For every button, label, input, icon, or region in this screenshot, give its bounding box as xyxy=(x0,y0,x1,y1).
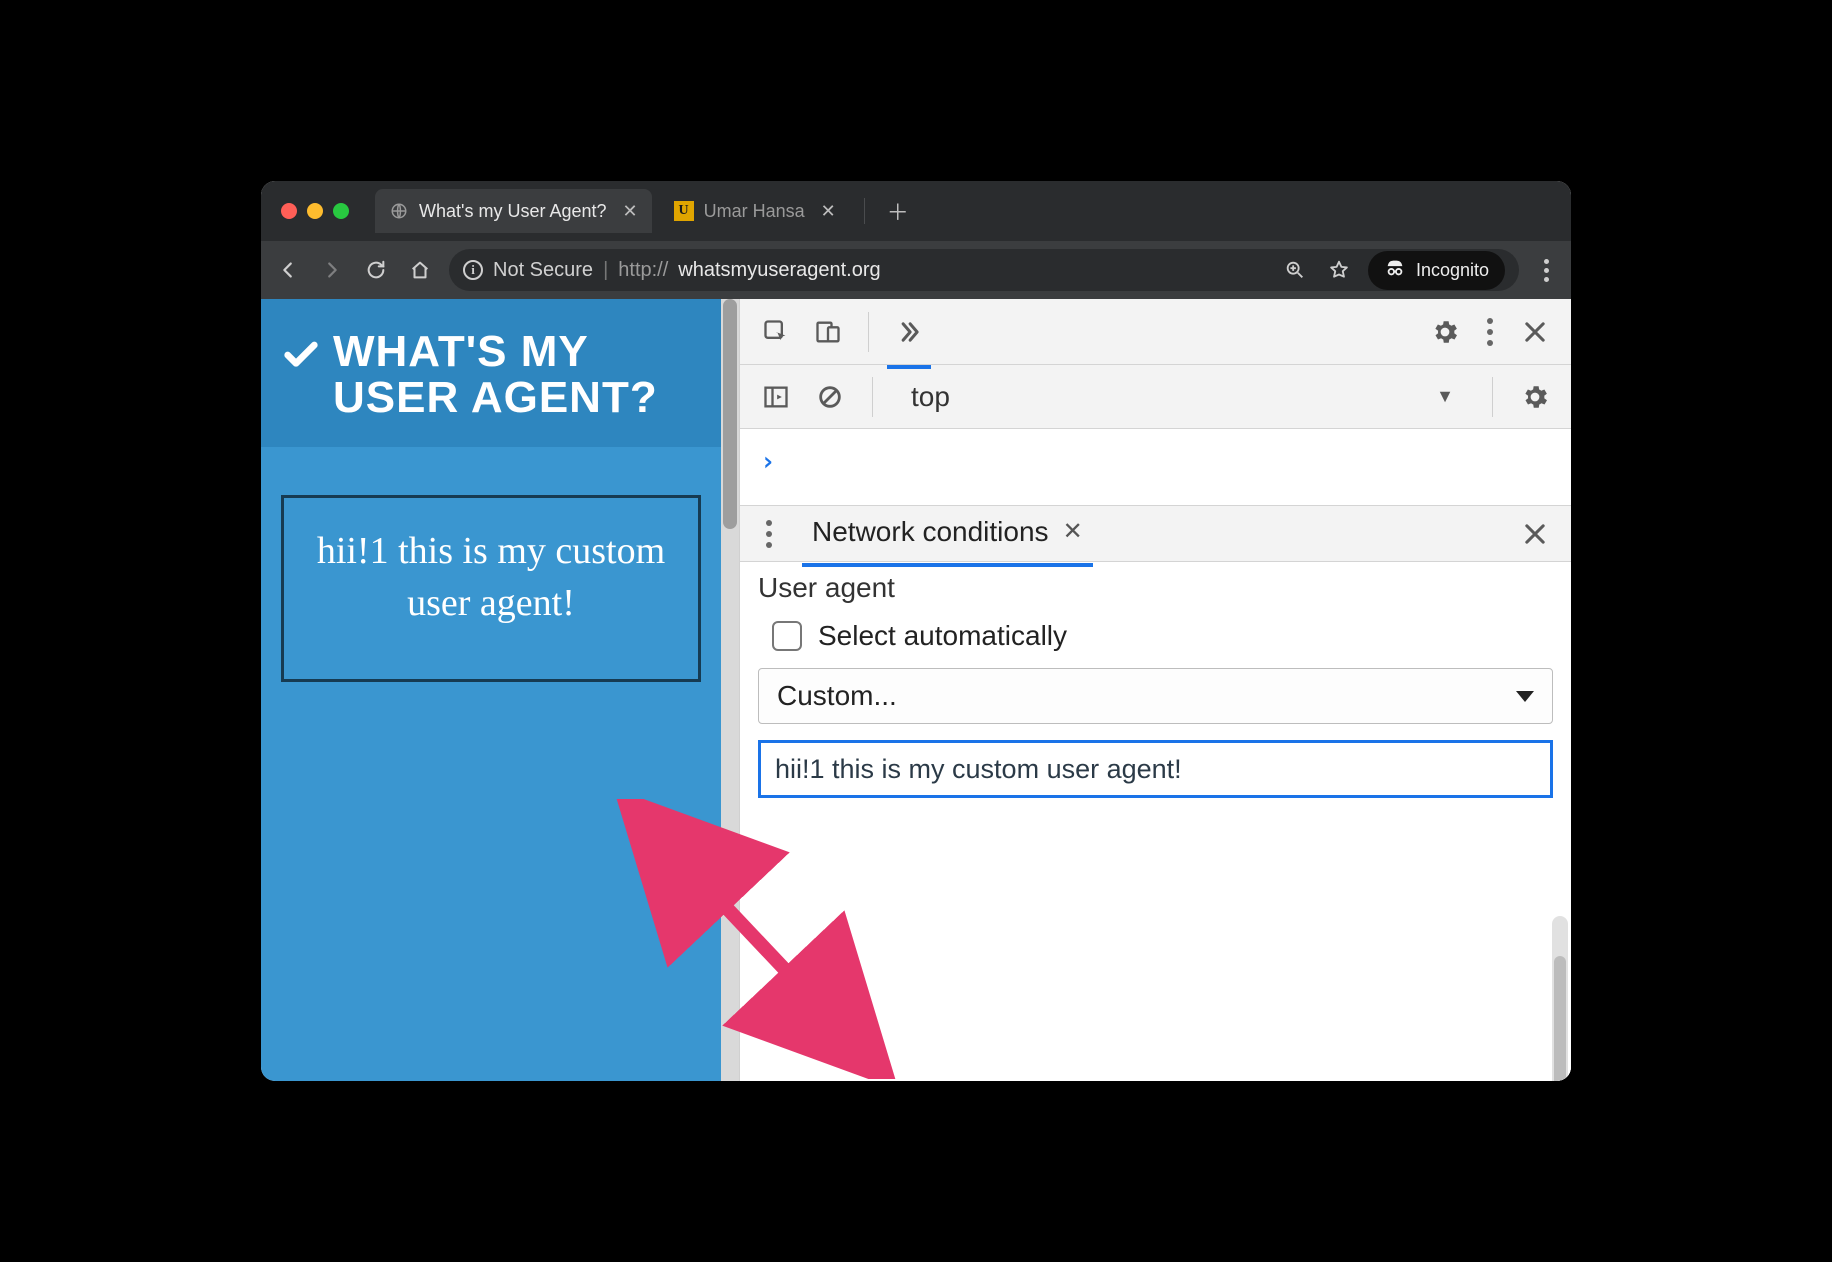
browser-tab[interactable]: U Umar Hansa ✕ xyxy=(660,189,850,233)
browser-window: What's my User Agent? ✕ U Umar Hansa ✕ ＋… xyxy=(261,181,1571,1081)
incognito-badge: Incognito xyxy=(1368,251,1505,290)
select-automatically-checkbox[interactable] xyxy=(772,621,802,651)
show-console-sidebar-icon[interactable] xyxy=(754,375,798,419)
divider xyxy=(872,377,873,417)
security-status-label: Not Secure xyxy=(493,259,593,282)
tab-title: What's my User Agent? xyxy=(419,201,607,222)
browser-menu-button[interactable] xyxy=(1533,259,1559,282)
favicon-icon: U xyxy=(674,201,694,221)
clear-console-icon[interactable] xyxy=(808,375,852,419)
drawer-tab-close-icon[interactable]: ✕ xyxy=(1063,517,1083,546)
window-close-button[interactable] xyxy=(281,203,297,219)
home-button[interactable] xyxy=(405,255,435,285)
tab-title: Umar Hansa xyxy=(704,201,805,222)
browser-tab-active[interactable]: What's my User Agent? ✕ xyxy=(375,189,652,233)
devtools-main-toolbar xyxy=(740,299,1571,365)
zoom-icon[interactable] xyxy=(1280,255,1310,285)
network-conditions-panel: User agent Select automatically Custom..… xyxy=(740,562,1571,818)
address-bar[interactable]: i Not Secure | http:// whatsmyuseragent.o… xyxy=(449,249,1519,291)
page-header: WHAT'S MY USER AGENT? xyxy=(261,299,721,447)
custom-user-agent-input[interactable]: hii!1 this is my custom user agent! xyxy=(758,740,1553,798)
url-host: whatsmyuseragent.org xyxy=(678,259,880,282)
device-toolbar-icon[interactable] xyxy=(806,310,850,354)
checkmark-icon xyxy=(281,329,321,384)
reload-button[interactable] xyxy=(361,255,391,285)
user-agent-preset-select[interactable]: Custom... xyxy=(758,668,1553,724)
forward-button[interactable] xyxy=(317,255,347,285)
divider: | xyxy=(603,259,608,282)
tab-close-button[interactable]: ✕ xyxy=(623,201,638,222)
window-zoom-button[interactable] xyxy=(333,203,349,219)
page-scrollbar[interactable] xyxy=(721,299,739,1081)
page-heading-text: WHAT'S MY USER AGENT? xyxy=(333,329,701,421)
select-automatically-row[interactable]: Select automatically xyxy=(758,620,1553,652)
console-prompt-icon: › xyxy=(760,447,776,477)
select-automatically-label: Select automatically xyxy=(818,620,1067,652)
back-button[interactable] xyxy=(273,255,303,285)
drawer-menu-button[interactable] xyxy=(754,520,784,548)
inspect-element-icon[interactable] xyxy=(754,310,798,354)
drawer-tab-label: Network conditions xyxy=(812,516,1049,548)
devtools-menu-button[interactable] xyxy=(1475,318,1505,346)
drawer-close-button[interactable] xyxy=(1513,512,1557,556)
page-title: WHAT'S MY USER AGENT? xyxy=(281,329,701,421)
new-tab-button[interactable]: ＋ xyxy=(879,195,917,227)
devtools-close-button[interactable] xyxy=(1513,310,1557,354)
user-agent-display-box: hii!1 this is my custom user agent! xyxy=(281,495,701,682)
incognito-label: Incognito xyxy=(1416,260,1489,281)
chevron-down-icon xyxy=(1516,691,1534,702)
window-controls xyxy=(281,203,349,219)
content-area: WHAT'S MY USER AGENT? hii!1 this is my c… xyxy=(261,299,1571,1081)
console-settings-icon[interactable] xyxy=(1513,375,1557,419)
incognito-icon xyxy=(1384,257,1406,284)
user-agent-section-label: User agent xyxy=(758,572,1553,604)
divider xyxy=(868,312,869,352)
webpage: WHAT'S MY USER AGENT? hii!1 this is my c… xyxy=(261,299,721,1081)
scrollbar-thumb[interactable] xyxy=(723,299,737,529)
more-tabs-button[interactable] xyxy=(887,310,931,354)
site-info-icon[interactable]: i xyxy=(463,260,483,280)
user-agent-preset-value: Custom... xyxy=(777,680,897,712)
drawer-scrollbar[interactable] xyxy=(1552,916,1568,1081)
tab-close-button[interactable]: ✕ xyxy=(821,201,836,222)
context-selector[interactable]: top ▼ xyxy=(893,381,1472,413)
devtools-panel: top ▼ › Network conditions ✕ xyxy=(739,299,1571,1081)
devtools-console-toolbar: top ▼ xyxy=(740,365,1571,429)
devtools-settings-icon[interactable] xyxy=(1423,310,1467,354)
globe-icon xyxy=(389,201,409,221)
url-protocol: http:// xyxy=(618,259,668,282)
user-agent-display-text: hii!1 this is my custom user agent! xyxy=(317,530,665,623)
divider xyxy=(1492,377,1493,417)
chevron-down-icon: ▼ xyxy=(1436,386,1454,407)
tab-divider xyxy=(864,198,865,224)
custom-user-agent-value: hii!1 this is my custom user agent! xyxy=(775,754,1182,785)
drawer-tabstrip: Network conditions ✕ xyxy=(740,506,1571,562)
context-selector-value: top xyxy=(911,381,950,413)
devtools-drawer: Network conditions ✕ User agent Select a… xyxy=(740,505,1571,1081)
console-input-area[interactable]: › xyxy=(740,429,1571,505)
bookmark-star-icon[interactable] xyxy=(1324,255,1354,285)
window-minimize-button[interactable] xyxy=(307,203,323,219)
scrollbar-thumb[interactable] xyxy=(1554,956,1566,1081)
drawer-tab-network-conditions[interactable]: Network conditions ✕ xyxy=(802,510,1093,558)
browser-toolbar: i Not Secure | http:// whatsmyuseragent.o… xyxy=(261,241,1571,299)
window-titlebar: What's my User Agent? ✕ U Umar Hansa ✕ ＋ xyxy=(261,181,1571,241)
